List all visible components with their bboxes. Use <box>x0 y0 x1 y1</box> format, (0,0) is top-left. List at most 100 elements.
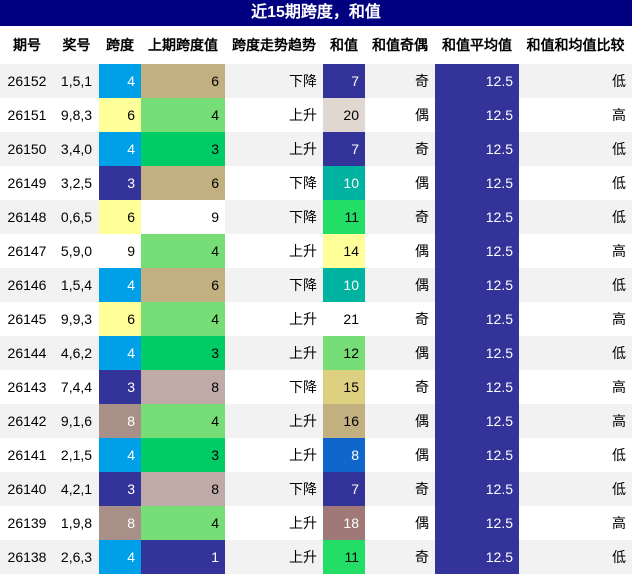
cell-numbers: 1,5,1 <box>54 64 99 98</box>
header-span: 跨度 <box>99 26 141 64</box>
cell-sum: 15 <box>323 370 365 404</box>
cell-sum: 12 <box>323 336 365 370</box>
cell-span-trend: 上升 <box>225 132 323 166</box>
cell-prev-span: 3 <box>141 132 225 166</box>
cell-sum-compare: 低 <box>519 472 632 506</box>
cell-issue: 26142 <box>0 404 54 438</box>
cell-sum-compare: 高 <box>519 370 632 404</box>
cell-span: 9 <box>99 234 141 268</box>
cell-sum-average: 12.5 <box>435 132 519 166</box>
cell-sum-average: 12.5 <box>435 302 519 336</box>
cell-issue: 26140 <box>0 472 54 506</box>
cell-sum-average: 12.5 <box>435 438 519 472</box>
cell-numbers: 9,9,3 <box>54 302 99 336</box>
cell-sum-compare: 高 <box>519 98 632 132</box>
cell-sum-compare: 低 <box>519 200 632 234</box>
table-row: 26150 3,4,0 4 3 上升 7 奇 12.5 低 <box>0 132 632 166</box>
cell-sum-average: 12.5 <box>435 200 519 234</box>
cell-sum: 14 <box>323 234 365 268</box>
cell-numbers: 4,2,1 <box>54 472 99 506</box>
cell-issue: 26147 <box>0 234 54 268</box>
cell-sum: 20 <box>323 98 365 132</box>
cell-sum-average: 12.5 <box>435 336 519 370</box>
cell-span: 6 <box>99 302 141 336</box>
cell-span-trend: 上升 <box>225 540 323 574</box>
cell-sum-average: 12.5 <box>435 370 519 404</box>
cell-span: 3 <box>99 166 141 200</box>
cell-prev-span: 4 <box>141 506 225 540</box>
cell-span-trend: 下降 <box>225 370 323 404</box>
table-row: 26146 1,5,4 4 6 下降 10 偶 12.5 低 <box>0 268 632 302</box>
cell-span-trend: 下降 <box>225 268 323 302</box>
cell-sum-compare: 低 <box>519 166 632 200</box>
cell-sum-compare: 低 <box>519 336 632 370</box>
table-row: 26142 9,1,6 8 4 上升 16 偶 12.5 高 <box>0 404 632 438</box>
cell-sum-parity: 奇 <box>365 302 435 336</box>
cell-span-trend: 下降 <box>225 64 323 98</box>
cell-span-trend: 上升 <box>225 506 323 540</box>
cell-sum-compare: 低 <box>519 268 632 302</box>
cell-numbers: 2,6,3 <box>54 540 99 574</box>
cell-prev-span: 3 <box>141 336 225 370</box>
cell-sum-average: 12.5 <box>435 404 519 438</box>
cell-span-trend: 上升 <box>225 336 323 370</box>
cell-issue: 26150 <box>0 132 54 166</box>
cell-issue: 26149 <box>0 166 54 200</box>
table-row: 26152 1,5,1 4 6 下降 7 奇 12.5 低 <box>0 64 632 98</box>
table-title: 近15期跨度，和值 <box>0 0 632 26</box>
cell-issue: 26148 <box>0 200 54 234</box>
cell-sum-parity: 偶 <box>365 506 435 540</box>
header-sum-average: 和值平均值 <box>435 26 519 64</box>
cell-sum-parity: 奇 <box>365 540 435 574</box>
cell-sum-average: 12.5 <box>435 234 519 268</box>
header-sum: 和值 <box>323 26 365 64</box>
cell-span: 4 <box>99 64 141 98</box>
cell-numbers: 9,1,6 <box>54 404 99 438</box>
cell-sum-compare: 低 <box>519 132 632 166</box>
cell-span-trend: 上升 <box>225 404 323 438</box>
cell-numbers: 5,9,0 <box>54 234 99 268</box>
cell-issue: 26141 <box>0 438 54 472</box>
cell-numbers: 7,4,4 <box>54 370 99 404</box>
header-issue: 期号 <box>0 26 54 64</box>
cell-sum-parity: 偶 <box>365 234 435 268</box>
span-sum-table: 期号 奖号 跨度 上期跨度值 跨度走势趋势 和值 和值奇偶 和值平均值 和值和均… <box>0 26 632 574</box>
table-row: 26143 7,4,4 3 8 下降 15 奇 12.5 高 <box>0 370 632 404</box>
header-numbers: 奖号 <box>54 26 99 64</box>
cell-span: 8 <box>99 506 141 540</box>
cell-numbers: 1,5,4 <box>54 268 99 302</box>
table-row: 26151 9,8,3 6 4 上升 20 偶 12.5 高 <box>0 98 632 132</box>
cell-sum-parity: 奇 <box>365 132 435 166</box>
cell-prev-span: 4 <box>141 302 225 336</box>
cell-prev-span: 4 <box>141 404 225 438</box>
cell-prev-span: 8 <box>141 472 225 506</box>
cell-sum: 11 <box>323 200 365 234</box>
cell-prev-span: 4 <box>141 234 225 268</box>
cell-sum-parity: 偶 <box>365 336 435 370</box>
header-span-trend: 跨度走势趋势 <box>225 26 323 64</box>
cell-sum: 7 <box>323 472 365 506</box>
cell-sum-parity: 偶 <box>365 404 435 438</box>
cell-sum-compare: 高 <box>519 234 632 268</box>
cell-sum-average: 12.5 <box>435 506 519 540</box>
cell-sum-compare: 高 <box>519 302 632 336</box>
cell-issue: 26146 <box>0 268 54 302</box>
cell-sum: 8 <box>323 438 365 472</box>
cell-issue: 26145 <box>0 302 54 336</box>
cell-sum-average: 12.5 <box>435 166 519 200</box>
cell-sum-parity: 奇 <box>365 370 435 404</box>
cell-numbers: 3,2,5 <box>54 166 99 200</box>
cell-sum-average: 12.5 <box>435 268 519 302</box>
header-prev-span: 上期跨度值 <box>141 26 225 64</box>
cell-prev-span: 1 <box>141 540 225 574</box>
table-row: 26144 4,6,2 4 3 上升 12 偶 12.5 低 <box>0 336 632 370</box>
cell-numbers: 3,4,0 <box>54 132 99 166</box>
cell-prev-span: 6 <box>141 268 225 302</box>
cell-span: 4 <box>99 540 141 574</box>
cell-sum-parity: 奇 <box>365 200 435 234</box>
cell-span: 3 <box>99 472 141 506</box>
cell-prev-span: 8 <box>141 370 225 404</box>
cell-numbers: 1,9,8 <box>54 506 99 540</box>
cell-prev-span: 9 <box>141 200 225 234</box>
cell-sum: 7 <box>323 132 365 166</box>
